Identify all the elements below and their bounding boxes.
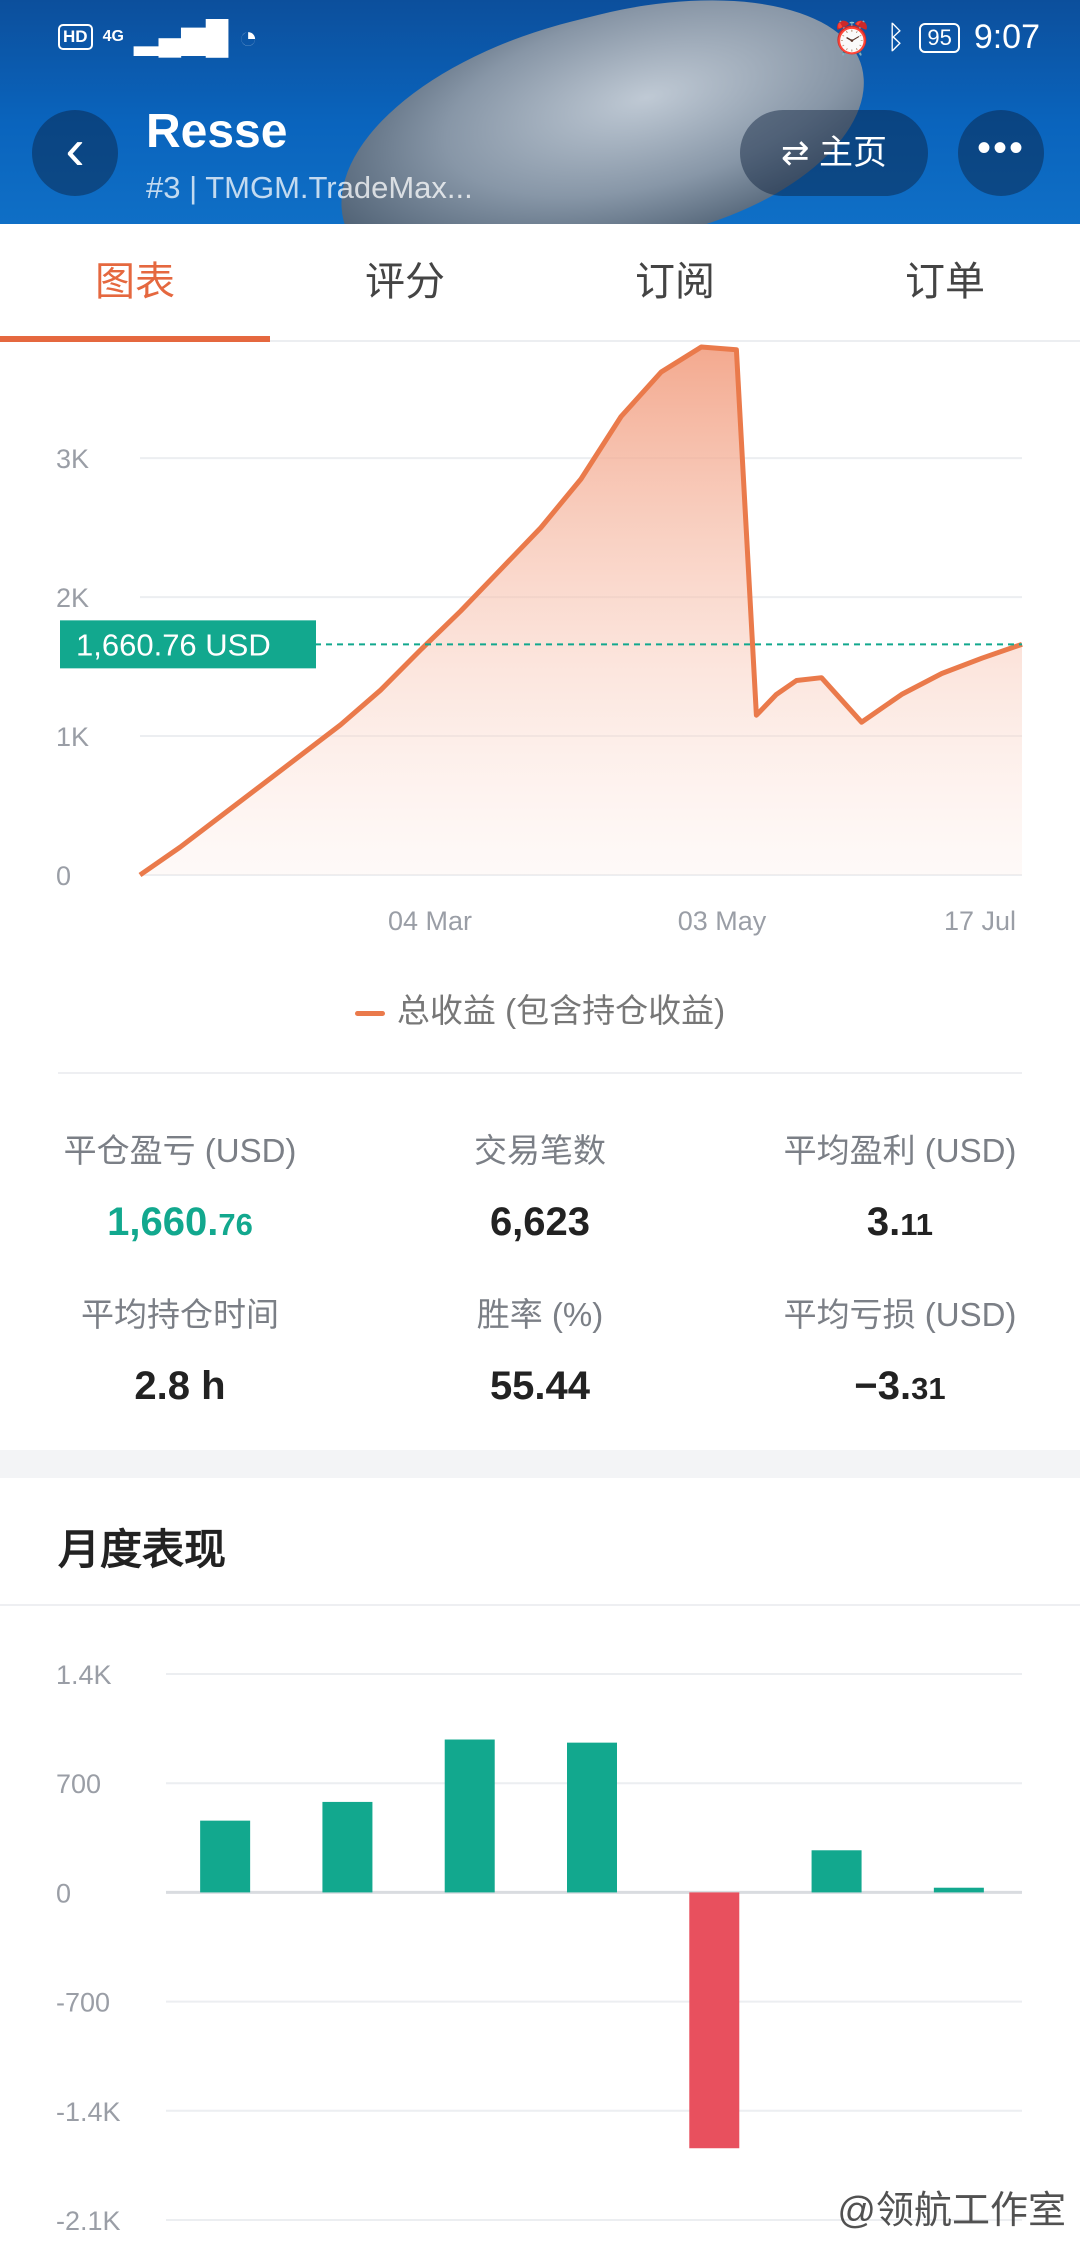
monthly-title: 月度表现 bbox=[58, 1526, 227, 1573]
stat-value: −3.31 bbox=[854, 1364, 946, 1408]
stat-label: 平均亏损 (USD) bbox=[783, 1296, 1017, 1333]
stat-value: 2.8 h bbox=[134, 1364, 226, 1408]
wifi-icon: ◔ bbox=[238, 18, 258, 55]
monthly-bar bbox=[933, 1887, 984, 1893]
divider bbox=[58, 1072, 1022, 1074]
y-tick-label: 700 bbox=[56, 1769, 101, 1799]
stat-item: 平仓盈亏 (USD) 1,660.76 bbox=[0, 1124, 360, 1245]
home-button[interactable]: ⇄ 主页 bbox=[740, 110, 928, 196]
trader-account: #3 | TMGM.TradeMax... bbox=[146, 170, 473, 205]
hd-icon: HD bbox=[58, 24, 93, 50]
y-tick-label: -700 bbox=[56, 1988, 110, 2018]
y-tick-label: 0 bbox=[56, 861, 71, 891]
stat-item: 平均持仓时间 2.8 h bbox=[0, 1288, 360, 1409]
stat-value-decimals: 76 bbox=[218, 1207, 253, 1242]
trader-name: Resse bbox=[146, 105, 288, 158]
monthly-bar bbox=[811, 1850, 862, 1893]
monthly-bar bbox=[567, 1742, 617, 1893]
y-tick-label: 3K bbox=[56, 444, 89, 474]
tab-orders[interactable]: 订单 bbox=[810, 224, 1080, 340]
stat-value: 6,623 bbox=[489, 1200, 591, 1244]
stat-value: 1,660.76 bbox=[107, 1200, 253, 1244]
divider bbox=[0, 1604, 1080, 1606]
y-tick-label: -1.4K bbox=[56, 2097, 121, 2127]
equity-chart: 0 1K 2K 3K 1,660.76 USD 04 Mar 03 May 17 Jul bbox=[56, 344, 1023, 936]
chart-legend: 总收益 (包含持仓收益) bbox=[0, 984, 1080, 1032]
y-tick-label: 0 bbox=[56, 1878, 71, 1908]
legend-swatch bbox=[354, 1010, 385, 1016]
clock: 9:07 bbox=[973, 18, 1040, 56]
monthly-bar bbox=[200, 1820, 251, 1893]
stat-label: 平均盈利 (USD) bbox=[783, 1132, 1017, 1169]
stat-item: 平均盈利 (USD) 3.11 bbox=[720, 1124, 1080, 1245]
stat-value-decimals: 11 bbox=[900, 1207, 934, 1242]
battery-icon: 95 bbox=[919, 22, 960, 53]
equity-area bbox=[140, 347, 1022, 875]
tab-chart[interactable]: 图表 bbox=[0, 224, 270, 342]
stat-value: 3.11 bbox=[866, 1200, 934, 1244]
x-tick-label: 04 Mar bbox=[388, 906, 472, 936]
monthly-bar bbox=[322, 1801, 373, 1893]
current-value-label: 1,660.76 USD bbox=[76, 627, 271, 662]
stat-value-decimals: 31 bbox=[911, 1371, 946, 1406]
tab-bar: 图表 评分 订阅 订单 bbox=[0, 224, 1080, 342]
y-tick-label: 1.4K bbox=[56, 1660, 112, 1690]
y-tick-label: 1K bbox=[56, 722, 89, 752]
stat-label: 交易笔数 bbox=[474, 1132, 606, 1169]
monthly-chart: 1.4K 700 0 -700 -1.4K -2.1K bbox=[56, 1660, 1022, 2236]
signal-icon: 4G bbox=[102, 28, 124, 45]
section-separator bbox=[0, 1450, 1080, 1478]
stat-label: 胜率 (%) bbox=[476, 1296, 604, 1333]
stat-item: 胜率 (%) 55.44 bbox=[360, 1288, 720, 1409]
stat-label: 平均持仓时间 bbox=[81, 1296, 279, 1333]
tab-subscribe[interactable]: 订阅 bbox=[540, 224, 810, 340]
legend-label: 总收益 (包含持仓收益) bbox=[396, 992, 726, 1029]
y-tick-label: -2.1K bbox=[56, 2206, 121, 2236]
watermark: @领航工作室 bbox=[837, 2190, 1066, 2232]
trader-header: HD 4G ▂▄▆█ ◔ ⏰ ᛒ 95 9:07 ‹ Resse #3 | TM… bbox=[0, 0, 1080, 224]
status-bar: HD 4G ▂▄▆█ ◔ ⏰ ᛒ 95 9:07 bbox=[58, 18, 1040, 60]
stat-item: 交易笔数 6,623 bbox=[360, 1124, 720, 1245]
stat-item: 平均亏损 (USD) −3.31 bbox=[720, 1288, 1080, 1409]
monthly-bar bbox=[444, 1739, 495, 1893]
x-tick-label: 03 May bbox=[678, 906, 767, 936]
more-icon[interactable]: ••• bbox=[958, 110, 1044, 196]
back-button[interactable]: ‹ bbox=[32, 110, 118, 196]
signal-bars-icon: ▂▄▆█ bbox=[133, 19, 229, 55]
stat-label: 平仓盈亏 (USD) bbox=[63, 1132, 297, 1169]
tab-rating[interactable]: 评分 bbox=[270, 224, 540, 340]
alarm-icon: ⏰ bbox=[832, 19, 873, 56]
x-tick-label: 17 Jul bbox=[944, 906, 1016, 936]
monthly-bar bbox=[689, 1892, 740, 2149]
y-tick-label: 2K bbox=[56, 583, 89, 613]
bluetooth-icon: ᛒ bbox=[886, 19, 906, 55]
stat-value: 55.44 bbox=[489, 1364, 591, 1408]
